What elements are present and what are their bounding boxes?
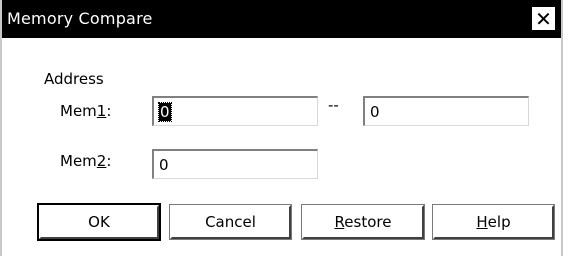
restore-button[interactable]: Restore: [301, 204, 425, 240]
ok-button[interactable]: OK: [37, 203, 161, 241]
mem2-value: 0: [159, 155, 169, 174]
mem1-end-value: 0: [370, 102, 380, 121]
dialog-title: Memory Compare: [7, 9, 153, 28]
title-bar: Memory Compare ✕: [2, 0, 561, 38]
help-button-label: Help: [476, 213, 511, 231]
mem1-start-input[interactable]: 0: [152, 96, 318, 126]
mem2-input[interactable]: 0: [152, 149, 318, 179]
close-button[interactable]: ✕: [531, 6, 556, 31]
close-icon: ✕: [535, 6, 552, 31]
mem1-end-input[interactable]: 0: [363, 96, 529, 126]
mem2-label: Mem2:: [60, 152, 112, 170]
memory-compare-dialog: Memory Compare ✕ Address Mem1: 0 -- 0 Me…: [0, 0, 563, 256]
ok-button-label: OK: [88, 213, 110, 231]
range-separator: --: [328, 96, 339, 114]
cancel-button-label: Cancel: [205, 213, 256, 231]
mem1-start-value: 0: [158, 101, 172, 122]
cancel-button[interactable]: Cancel: [169, 204, 292, 240]
help-button[interactable]: Help: [432, 204, 555, 240]
mem1-label: Mem1:: [60, 102, 112, 120]
address-label: Address: [44, 70, 104, 88]
restore-button-label: Restore: [334, 213, 392, 231]
